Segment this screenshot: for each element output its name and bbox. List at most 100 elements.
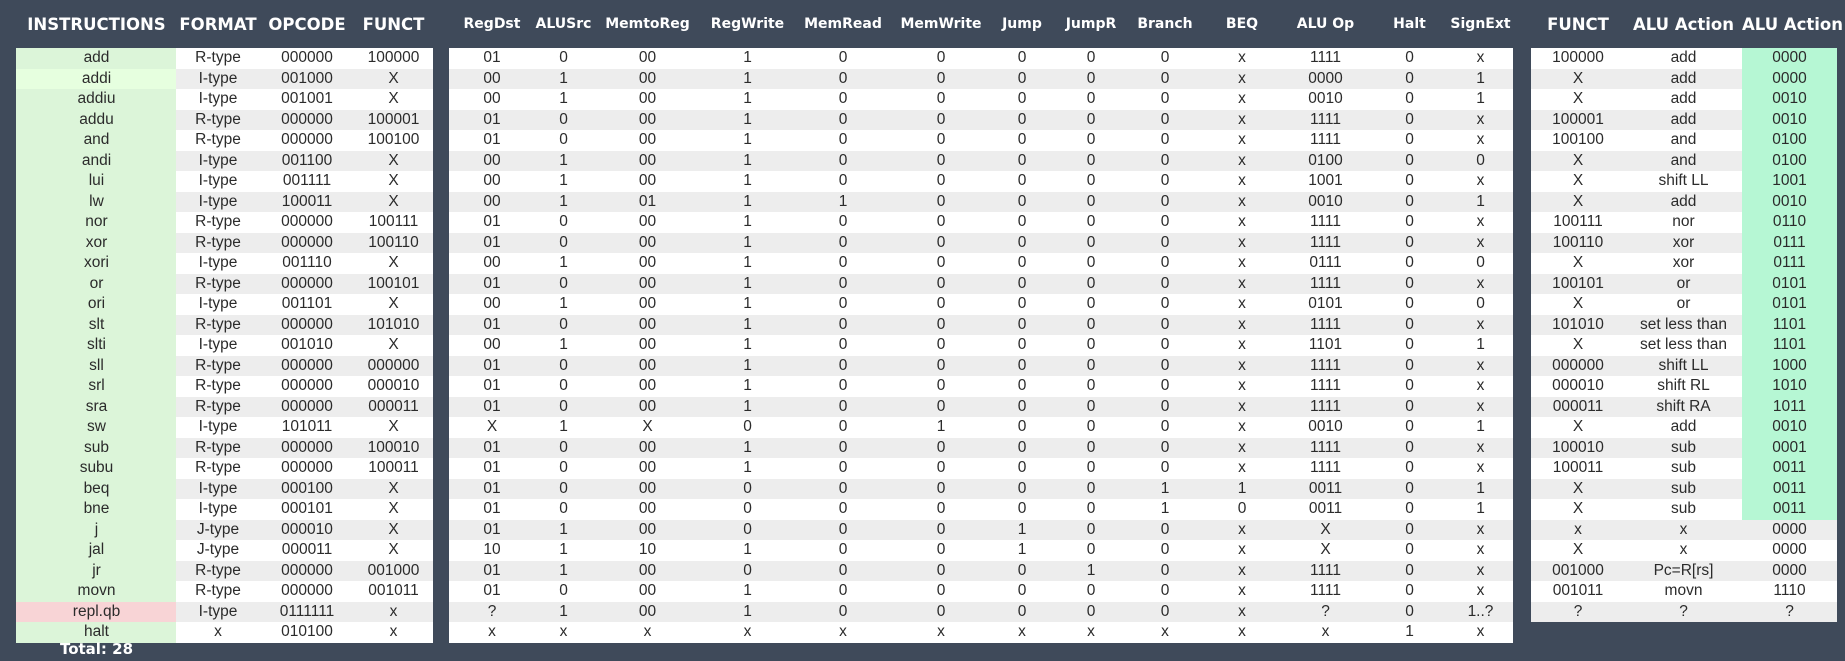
control-cell: 0010: [1308, 418, 1343, 436]
format-cell: X: [388, 418, 399, 436]
instruction-row: sll: [16, 355, 177, 376]
control-cell: 1: [743, 295, 752, 313]
format-row: R-type 000000 100011: [176, 458, 433, 479]
control-cell: 0: [936, 602, 946, 620]
control-cell: 01: [483, 131, 501, 149]
alu-cell: xor: [1672, 233, 1695, 251]
control-cell: 0: [1086, 438, 1096, 456]
control-signals-table: RegDst ALUSrc MemtoReg RegWrite MemRead MemWr…: [449, 0, 1513, 643]
control-cell: 0: [1405, 336, 1414, 354]
control-cell: 1101: [1308, 336, 1343, 354]
control-cell: 0: [559, 213, 568, 231]
alu-cell: shift LL: [1658, 356, 1709, 374]
alu-cell: X: [1572, 479, 1584, 497]
control-cell: 0: [1405, 459, 1414, 477]
control-cell: 00: [483, 295, 501, 313]
alu-row: Xadd 0010: [1531, 89, 1837, 110]
alu-row: Xadd 0010: [1531, 191, 1837, 212]
alu-cell: X: [1572, 418, 1584, 435]
format-cell: I-type: [198, 500, 238, 518]
format-cell: J-type: [196, 541, 240, 559]
format-cell: R-type: [195, 356, 241, 374]
control-cell: 0: [1017, 110, 1027, 128]
control-cell: x: [1476, 459, 1485, 477]
control-cell: 0: [1405, 479, 1414, 497]
control-cell: 0: [838, 479, 848, 497]
control-cell: 1: [743, 582, 752, 600]
format-cell: X: [388, 69, 399, 87]
control-cell: X: [486, 418, 498, 436]
alu-row: Xand 0100: [1531, 150, 1837, 171]
alu-cell: 1001: [1742, 171, 1837, 192]
format-row: R-type 000000 000000: [176, 355, 433, 376]
control-cell: 1: [743, 69, 752, 87]
alu-row: 100101 or 0101: [1531, 273, 1837, 294]
alu-cell: 0000: [1742, 68, 1837, 89]
alu-row: 000010 shift RL 1010: [1531, 376, 1837, 397]
alu-cell: shift RA: [1656, 397, 1711, 415]
control-cell: 0: [1160, 295, 1170, 313]
control-cell: 0000: [1308, 69, 1343, 87]
control-cell: 01: [483, 274, 501, 292]
control-cell: 0: [1017, 336, 1027, 354]
alu-cell: sub: [1671, 479, 1696, 497]
alu-row: Xsub 0011: [1531, 499, 1837, 520]
alu-row: x x 0000: [1531, 519, 1837, 540]
control-row: 00 1 00 1 0 0 0 0 0 x 1001 0 x: [449, 171, 1513, 192]
control-cell: x: [1476, 274, 1485, 292]
control-row: ? 1 00 1 0 0 0 0 0 x? 0 1..?: [449, 601, 1513, 622]
alu-cell: add: [1670, 192, 1697, 210]
format-row: R-type 000000 100110: [176, 232, 433, 253]
instruction-row: andi: [16, 150, 177, 171]
format-row: I-type 000101 X: [176, 499, 433, 520]
control-row: 01 0 00 1 0 0 0 0 0 x 1111 0 x: [449, 109, 1513, 130]
control-cell: 1: [1476, 69, 1485, 87]
control-cell: 0: [1405, 602, 1414, 620]
control-cell: 0: [1086, 69, 1096, 87]
control-cell: 00: [483, 336, 501, 354]
format-cell: X: [388, 254, 399, 272]
control-cell: 1: [743, 233, 752, 251]
control-cell: 1: [559, 418, 568, 436]
control-cell: 1: [838, 192, 848, 210]
control-cell: 01: [483, 459, 501, 477]
instruction-name: addu: [79, 110, 114, 128]
control-cell: 00: [638, 110, 657, 128]
format-row: I-type 001010 X: [176, 335, 433, 356]
format-cell: 0111111: [279, 602, 335, 620]
control-cell: 0: [936, 110, 946, 128]
control-cell: 0: [1160, 582, 1170, 600]
alu-cell: 0101: [1742, 294, 1837, 315]
alu-cell: or: [1676, 295, 1691, 312]
control-cell: 0: [838, 438, 848, 456]
format-cell: I-type: [198, 192, 238, 210]
control-cell: x: [1238, 110, 1246, 128]
control-cell: 0: [1405, 49, 1414, 67]
control-cell: 0: [838, 418, 848, 436]
alu-cell: add: [1670, 90, 1697, 107]
control-cell: 1111: [1309, 274, 1342, 292]
control-cell: 0: [1086, 254, 1096, 272]
control-cell: 01: [483, 438, 501, 456]
instructions-header: INSTRUCTIONS: [27, 14, 166, 34]
format-row: R-type 000000 101010: [176, 314, 433, 335]
alu-cell: X: [1572, 541, 1584, 558]
format-cell: I-type: [198, 151, 238, 169]
control-cell: 0: [838, 172, 848, 190]
instruction-name: addi: [81, 69, 112, 87]
format-row: I-type 001110 X: [176, 253, 433, 274]
instruction-row: add: [16, 48, 177, 69]
control-cell: x: [1238, 233, 1246, 251]
instruction-row: lui: [16, 171, 177, 192]
format-cell: 101010: [367, 315, 420, 333]
format-row: R-type 000000 100111: [176, 212, 433, 233]
control-cell: 00: [638, 459, 657, 477]
format-row: I-type 001001 X: [176, 89, 433, 110]
control-cell: 0: [1405, 315, 1414, 333]
alu-cell: shift RL: [1657, 377, 1710, 394]
control-cell: 10: [483, 541, 501, 559]
control-cell: 0: [1086, 90, 1096, 108]
instruction-name: slt: [88, 315, 105, 333]
alu-row: 001011 movn 1110: [1531, 581, 1837, 602]
format-cell: 001001: [281, 90, 333, 108]
